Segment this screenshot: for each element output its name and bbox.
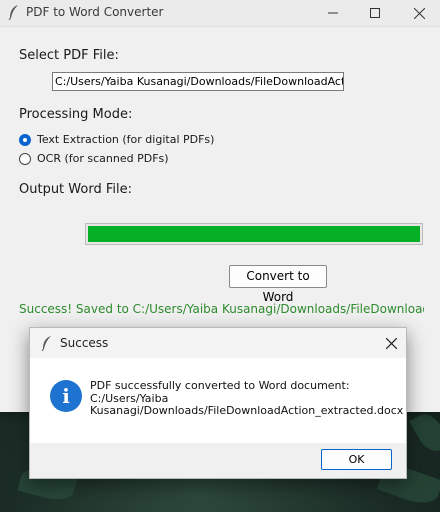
progress-fill <box>88 226 420 242</box>
select-pdf-label: Select PDF File: <box>19 48 119 63</box>
dialog-title: Success <box>60 336 109 350</box>
radio-text-extraction[interactable] <box>19 134 31 146</box>
info-icon: i <box>50 380 82 412</box>
convert-button[interactable]: Convert to Word <box>229 265 327 304</box>
close-icon <box>385 337 397 349</box>
close-icon <box>413 7 425 19</box>
feather-icon <box>8 5 18 20</box>
title-bar[interactable]: PDF to Word Converter <box>0 0 440 27</box>
success-dialog: Success i PDF successfully converted to … <box>29 327 407 479</box>
close-button[interactable] <box>398 0 440 26</box>
window-title: PDF to Word Converter <box>26 5 164 19</box>
dialog-body: i PDF successfully converted to Word doc… <box>30 358 406 443</box>
ok-button[interactable]: OK <box>321 449 392 470</box>
dialog-title-bar[interactable]: Success <box>30 328 406 358</box>
dialog-message: PDF successfully converted to Word docum… <box>90 379 404 418</box>
minimize-icon <box>328 12 338 14</box>
radio-ocr[interactable] <box>19 153 31 165</box>
status-message: Success! Saved to C:/Users/Yaiba Kusanag… <box>19 302 424 316</box>
dialog-message-line: PDF successfully converted to Word docum… <box>90 379 350 392</box>
feather-icon <box>41 336 51 351</box>
radio-ocr-label[interactable]: OCR (for scanned PDFs) <box>37 152 169 165</box>
output-word-label: Output Word File: <box>19 182 132 197</box>
maximize-icon <box>370 8 380 18</box>
minimize-button[interactable] <box>312 0 354 26</box>
maximize-button[interactable] <box>354 0 396 26</box>
progress-bar <box>85 223 423 245</box>
dialog-close-button[interactable] <box>382 334 400 352</box>
pdf-path-input[interactable]: C:/Users/Yaiba Kusanagi/Downloads/FileDo… <box>52 72 344 91</box>
processing-mode-label: Processing Mode: <box>19 107 133 122</box>
dialog-message-line: Kusanagi/Downloads/FileDownloadAction_ex… <box>90 404 404 417</box>
radio-text-extraction-label[interactable]: Text Extraction (for digital PDFs) <box>37 133 214 146</box>
